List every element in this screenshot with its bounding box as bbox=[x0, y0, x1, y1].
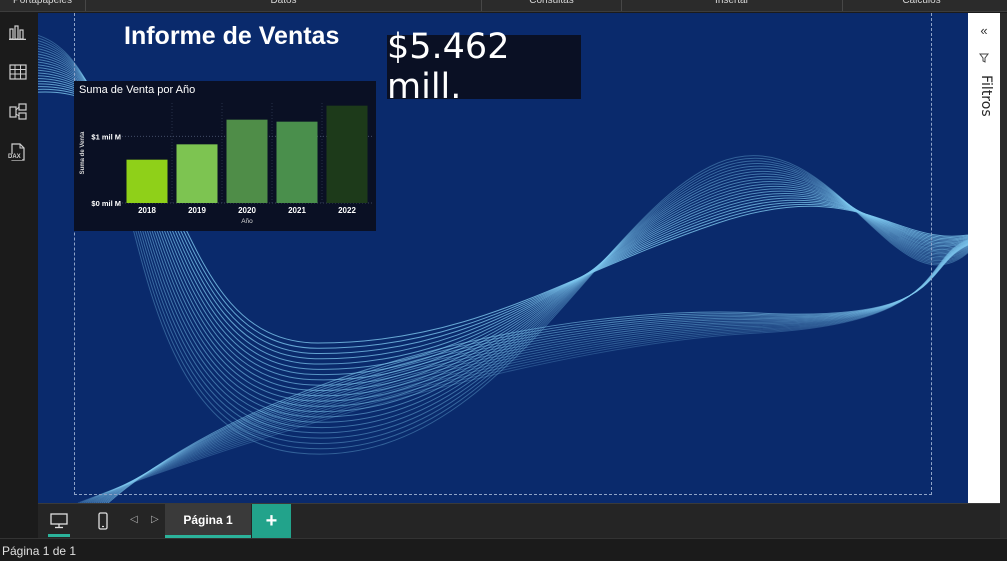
status-bar: Página 1 de 1 bbox=[0, 538, 1007, 561]
collapse-filters-icon[interactable]: « bbox=[976, 23, 992, 39]
previous-page-arrow-icon[interactable]: ◁ bbox=[130, 514, 138, 525]
tab-page-1[interactable]: Página 1 bbox=[165, 504, 251, 538]
kpi-value: $5.462 mill. bbox=[387, 27, 510, 107]
page-count-status: Página 1 de 1 bbox=[2, 544, 77, 558]
y-tick-label: $1 mil M bbox=[91, 132, 121, 141]
x-tick-label: 2019 bbox=[188, 206, 206, 215]
bar-2021 bbox=[276, 121, 318, 203]
page-navigation-bar: ◁ ▷ Página 1 + bbox=[38, 503, 1000, 538]
active-view-indicator bbox=[48, 534, 70, 537]
report-view-icon[interactable] bbox=[6, 20, 30, 44]
ribbon-group-data[interactable]: Datos bbox=[86, 0, 482, 11]
ribbon-group-insert[interactable]: Insertar bbox=[622, 0, 843, 11]
bar-2018 bbox=[126, 159, 168, 203]
ribbon-group-clipboard[interactable]: Portapapeles bbox=[0, 0, 86, 11]
mobile-view-icon[interactable] bbox=[90, 508, 116, 534]
x-axis-title: Año bbox=[241, 218, 253, 225]
view-rail: DAX bbox=[0, 12, 38, 503]
add-page-button[interactable]: + bbox=[252, 504, 291, 538]
right-scroll-edge bbox=[1000, 13, 1007, 538]
filters-label[interactable]: Filtros bbox=[974, 75, 994, 135]
filter-funnel-icon bbox=[979, 53, 989, 63]
bar-2022 bbox=[326, 105, 368, 203]
dax-query-view-icon[interactable]: DAX bbox=[6, 140, 30, 164]
x-tick-label: 2020 bbox=[238, 206, 256, 215]
x-tick-label: 2018 bbox=[138, 206, 156, 215]
report-canvas[interactable]: Informe de Ventas $5.462 mill. Suma de V… bbox=[38, 13, 968, 503]
bar-chart-visual[interactable]: Suma de Venta por Año $0 mil M $1 mil M 20… bbox=[74, 81, 376, 231]
report-title[interactable]: Informe de Ventas bbox=[124, 22, 339, 51]
ribbon-group-calculations[interactable]: Cálculos bbox=[843, 0, 1000, 11]
bar-2019 bbox=[176, 144, 218, 203]
x-tick-label: 2022 bbox=[338, 206, 356, 215]
next-page-arrow-icon[interactable]: ▷ bbox=[151, 514, 159, 525]
dax-label: DAX bbox=[7, 154, 22, 160]
bar-2020 bbox=[226, 119, 268, 203]
desktop-view-icon[interactable] bbox=[46, 508, 72, 534]
ribbon-group-queries[interactable]: Consultas bbox=[482, 0, 622, 11]
table-view-icon[interactable] bbox=[6, 60, 30, 84]
y-axis-title: Suma de Venta bbox=[80, 131, 86, 174]
bar-chart-svg: $0 mil M $1 mil M 2018 2019 2020 2021 2022 Año S… bbox=[80, 103, 372, 225]
model-view-icon[interactable] bbox=[6, 100, 30, 124]
ribbon: Portapapeles Datos Consultas Insertar Cá… bbox=[0, 0, 1007, 12]
filters-pane[interactable]: « Filtros bbox=[968, 13, 1000, 503]
x-tick-label: 2021 bbox=[288, 206, 306, 215]
y-tick-label: $0 mil M bbox=[91, 199, 121, 208]
kpi-card[interactable]: $5.462 mill. bbox=[387, 27, 581, 107]
